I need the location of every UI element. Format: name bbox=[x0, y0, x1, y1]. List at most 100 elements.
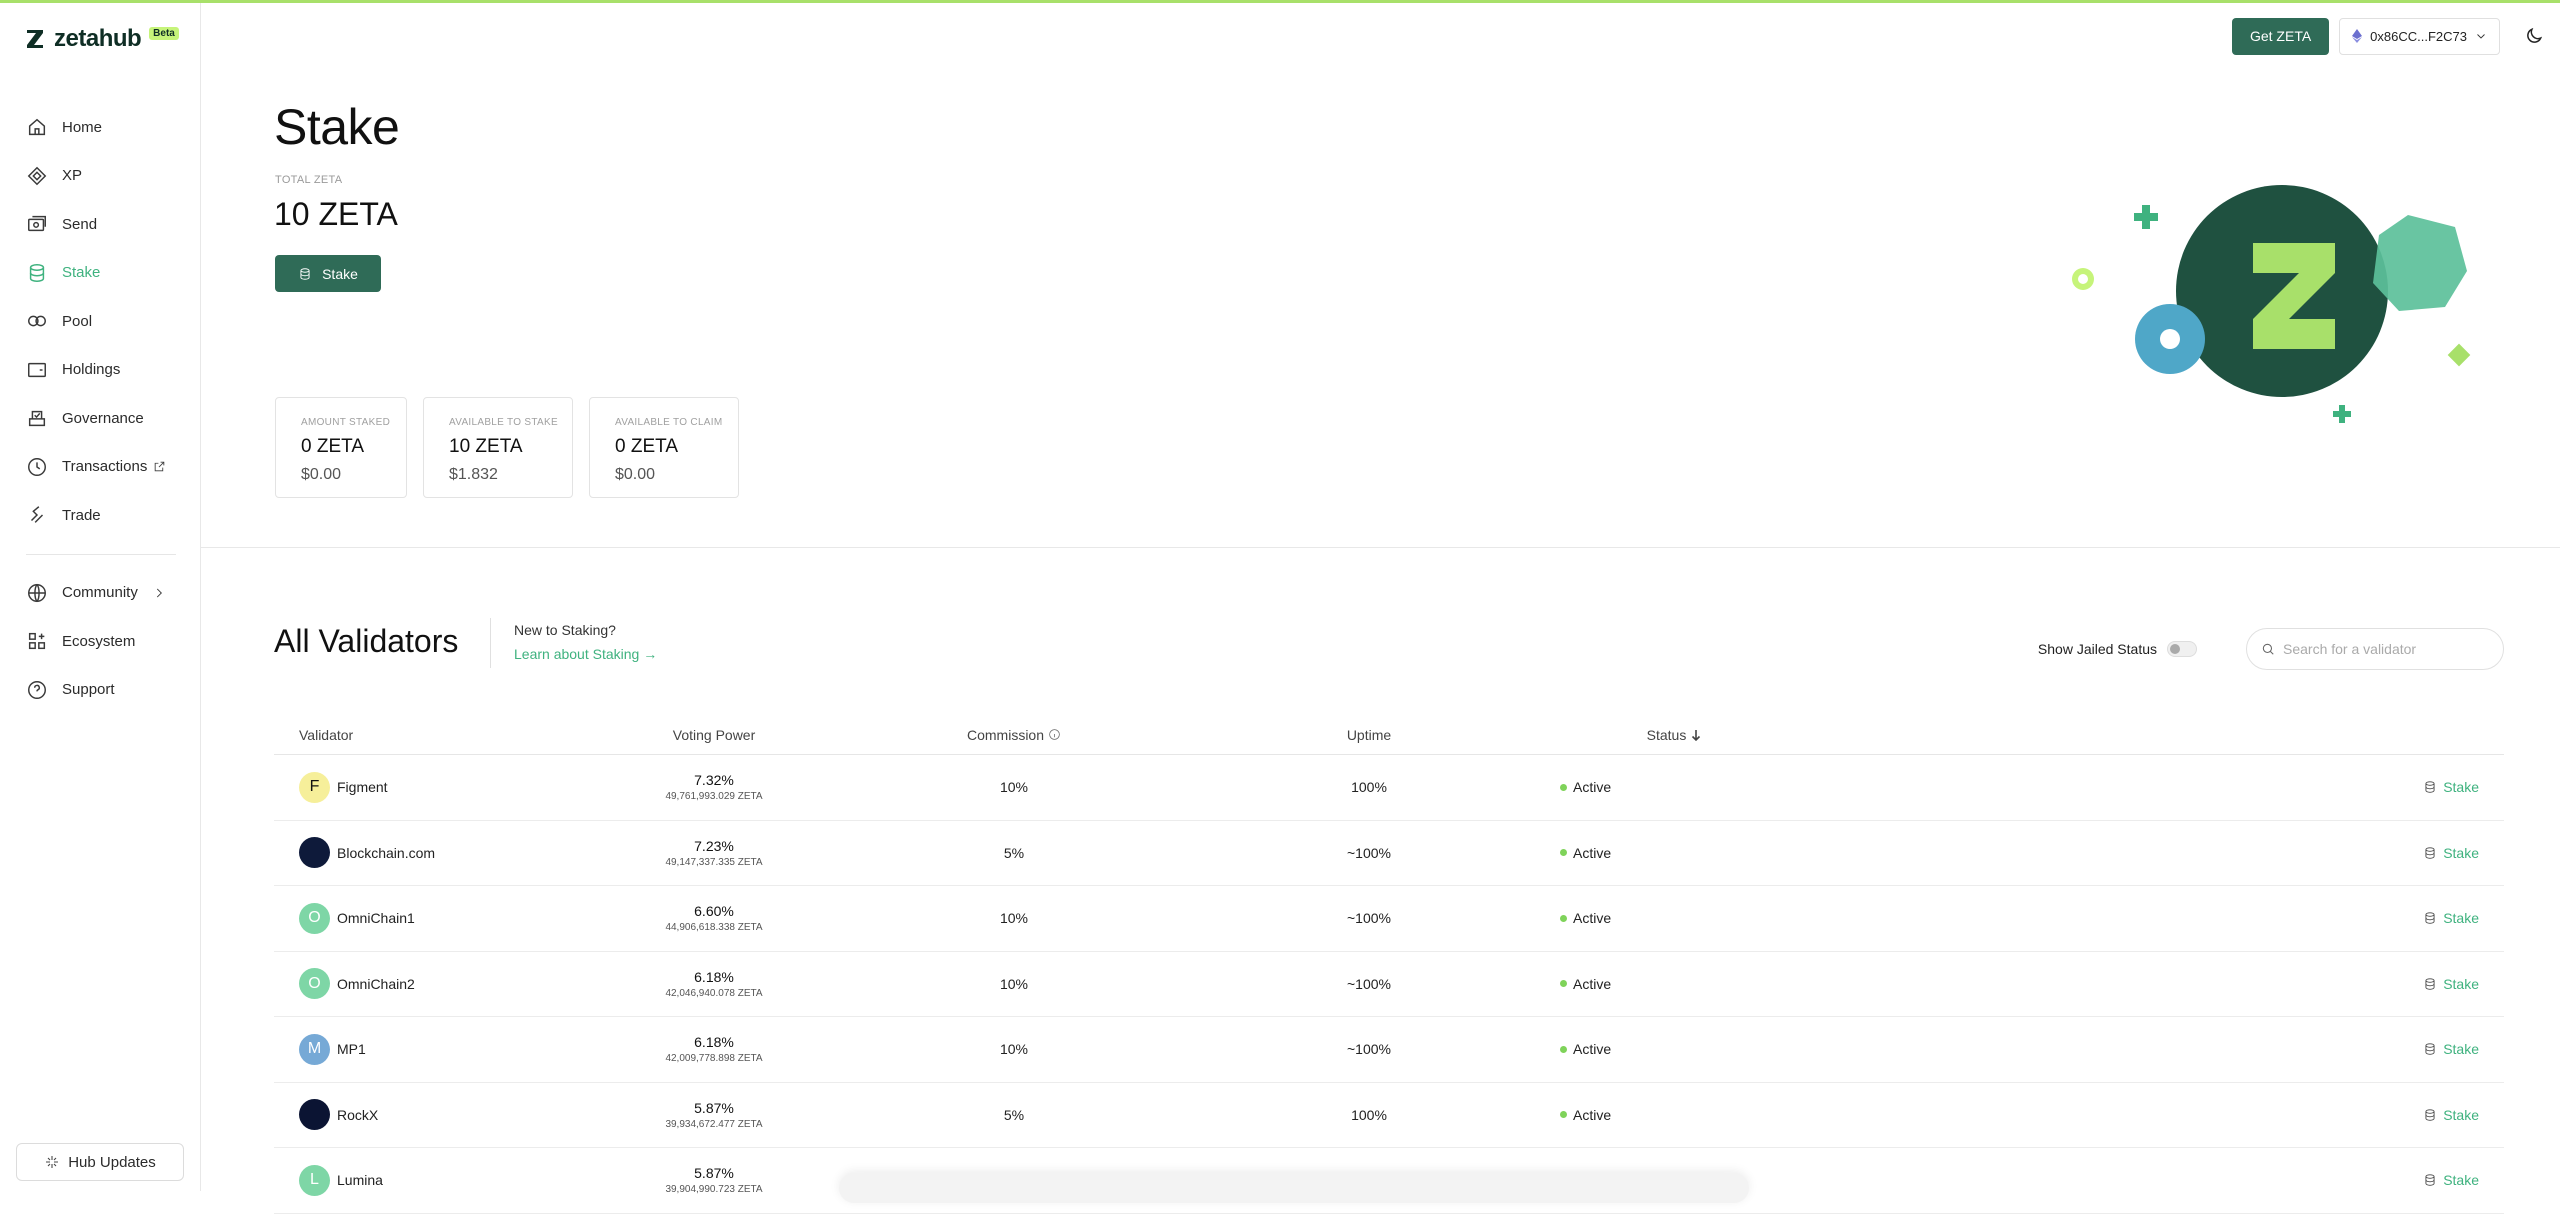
sidebar-item-xp[interactable]: XP bbox=[0, 152, 200, 201]
status-label: Active bbox=[1573, 910, 1612, 927]
info-icon[interactable] bbox=[1048, 728, 1061, 741]
action-cell[interactable]: Stake bbox=[1824, 976, 2504, 992]
voting-power-cell: 7.23% 49,147,337.335 ZETA bbox=[614, 838, 814, 868]
validator-search bbox=[2246, 628, 2504, 670]
commission-cell: 10% bbox=[999, 779, 1029, 796]
sidebar-item-transactions[interactable]: Transactions bbox=[0, 443, 200, 492]
voting-power-percent: 6.18% bbox=[694, 1034, 734, 1051]
status-dot bbox=[1560, 1045, 1567, 1053]
logo[interactable]: zetahub Beta bbox=[24, 25, 179, 53]
validator-avatar bbox=[299, 1099, 330, 1131]
amount-staked-card: AMOUNT STAKED 0 ZETA $0.00 bbox=[275, 397, 407, 498]
hub-updates-button[interactable]: Hub Updates bbox=[16, 1143, 184, 1181]
commission-cell: 5% bbox=[1003, 1106, 1025, 1123]
hub-updates-label: Hub Updates bbox=[68, 1153, 156, 1171]
status-dot bbox=[1560, 914, 1567, 922]
table-row[interactable]: M MP1 6.18% 42,009,778.898 ZETA 10% ~100… bbox=[274, 1017, 2504, 1083]
sidebar-item-home[interactable]: Home bbox=[0, 103, 200, 152]
action-cell[interactable]: Stake bbox=[1824, 779, 2504, 795]
action-cell[interactable]: Stake bbox=[1824, 910, 2504, 926]
row-stake-link[interactable]: Stake bbox=[2443, 910, 2479, 926]
main-content: Stake TOTAL ZETA 10 ZETA Stake AMOUNT ST… bbox=[201, 3, 2560, 1214]
stake-button-label: Stake bbox=[322, 265, 358, 282]
action-cell[interactable]: Stake bbox=[1824, 1107, 2504, 1123]
table-row[interactable]: Blockchain.com 7.23% 49,147,337.335 ZETA… bbox=[274, 821, 2504, 886]
action-cell[interactable]: Stake bbox=[1824, 845, 2504, 861]
sidebar-item-trade[interactable]: Trade bbox=[0, 491, 200, 540]
sidebar-item-community[interactable]: Community bbox=[0, 569, 200, 618]
sidebar-item-send[interactable]: Send bbox=[0, 200, 200, 249]
status-cell: Active bbox=[1524, 1041, 1824, 1057]
uptime-cell: ~100% bbox=[1347, 844, 1391, 861]
avatar-initial: F bbox=[309, 778, 320, 796]
col-status[interactable]: Status bbox=[1524, 727, 1824, 743]
commission-cell: 10% bbox=[999, 1041, 1029, 1058]
show-jailed-label: Show Jailed Status bbox=[2037, 641, 2157, 657]
row-stake-link[interactable]: Stake bbox=[2443, 976, 2479, 992]
learn-about-staking-link[interactable]: Learn about Staking → bbox=[514, 646, 657, 662]
search-input[interactable] bbox=[2283, 641, 2483, 657]
grid-icon bbox=[28, 633, 46, 650]
total-zeta-label: TOTAL ZETA bbox=[275, 174, 343, 186]
header-divider bbox=[490, 618, 491, 668]
show-jailed-status: Show Jailed Status bbox=[2038, 641, 2197, 657]
avatar-initial: L bbox=[310, 1171, 319, 1189]
sidebar-item-governance[interactable]: Governance bbox=[0, 394, 200, 443]
sidebar-item-pool[interactable]: Pool bbox=[0, 297, 200, 346]
col-voting-power[interactable]: Voting Power bbox=[614, 727, 814, 743]
stake-button[interactable]: Stake bbox=[275, 255, 381, 292]
row-stake-link[interactable]: Stake bbox=[2443, 1041, 2479, 1057]
row-stake-link[interactable]: Stake bbox=[2443, 1172, 2479, 1188]
validator-name: OmniChain2 bbox=[337, 975, 415, 992]
table-row[interactable]: RockX 5.87% 39,934,672.477 ZETA 5% 100% … bbox=[274, 1083, 2504, 1148]
card-value: 10 ZETA bbox=[449, 436, 523, 457]
uptime-cell: ~100% bbox=[1347, 975, 1391, 992]
available-to-stake-card: AVAILABLE TO STAKE 10 ZETA $1.832 bbox=[423, 397, 573, 498]
table-body: F Figment 7.32% 49,761,993.029 ZETA 10% … bbox=[274, 755, 2504, 1214]
col-validator[interactable]: Validator bbox=[274, 727, 614, 743]
validator-cell: F Figment bbox=[274, 771, 614, 803]
voting-power-percent: 5.87% bbox=[694, 1165, 734, 1182]
diamond-icon bbox=[27, 166, 47, 186]
voting-power-cell: 7.32% 49,761,993.029 ZETA bbox=[614, 772, 814, 802]
card-label: AMOUNT STAKED bbox=[301, 417, 391, 428]
col-commission[interactable]: Commission bbox=[814, 727, 1214, 743]
database-icon bbox=[2425, 1043, 2435, 1055]
action-cell[interactable]: Stake bbox=[1824, 1172, 2504, 1188]
table-row[interactable]: O OmniChain1 6.60% 44,906,618.338 ZETA 1… bbox=[274, 886, 2504, 952]
action-cell[interactable]: Stake bbox=[1824, 1041, 2504, 1057]
sidebar-item-label: Trade bbox=[62, 506, 101, 524]
voting-power-cell: 6.18% 42,009,778.898 ZETA bbox=[614, 1034, 814, 1064]
clock-icon bbox=[28, 457, 46, 476]
row-stake-link[interactable]: Stake bbox=[2443, 845, 2479, 861]
database-icon bbox=[2425, 1109, 2435, 1121]
database-icon bbox=[2425, 912, 2435, 924]
status-dot bbox=[1560, 1111, 1567, 1119]
voting-power-amount: 42,009,778.898 ZETA bbox=[665, 1053, 763, 1065]
page-title: Stake bbox=[274, 99, 400, 155]
sidebar-item-holdings[interactable]: Holdings bbox=[0, 346, 200, 395]
table-header: Validator Voting Power Commission Uptime… bbox=[274, 715, 2504, 755]
table-row[interactable]: O OmniChain2 6.18% 42,046,940.078 ZETA 1… bbox=[274, 952, 2504, 1017]
sidebar-item-stake[interactable]: Stake bbox=[0, 249, 200, 298]
send-icon bbox=[28, 216, 46, 232]
uptime-cell: ~100% bbox=[1347, 1041, 1391, 1058]
row-stake-link[interactable]: Stake bbox=[2443, 779, 2479, 795]
uptime-cell: 100% bbox=[1351, 1106, 1387, 1123]
voting-power-amount: 42,046,940.078 ZETA bbox=[665, 987, 763, 999]
voting-power-amount: 39,904,990.723 ZETA bbox=[665, 1184, 763, 1196]
sidebar-item-ecosystem[interactable]: Ecosystem bbox=[0, 617, 200, 666]
database-icon bbox=[29, 263, 45, 282]
table-row[interactable]: F Figment 7.32% 49,761,993.029 ZETA 10% … bbox=[274, 755, 2504, 821]
wallet-icon bbox=[28, 362, 46, 377]
show-jailed-toggle[interactable] bbox=[2167, 641, 2197, 657]
sidebar-item-label: Transactions bbox=[62, 458, 148, 476]
validator-name: Figment bbox=[337, 779, 388, 796]
database-icon bbox=[2425, 978, 2435, 990]
status-label: Active bbox=[1573, 779, 1612, 796]
sidebar-item-support[interactable]: Support bbox=[0, 666, 200, 715]
new-to-staking-text: New to Staking? bbox=[514, 622, 616, 638]
commission-cell: 10% bbox=[999, 975, 1029, 992]
row-stake-link[interactable]: Stake bbox=[2443, 1107, 2479, 1123]
col-uptime[interactable]: Uptime bbox=[1214, 727, 1524, 743]
